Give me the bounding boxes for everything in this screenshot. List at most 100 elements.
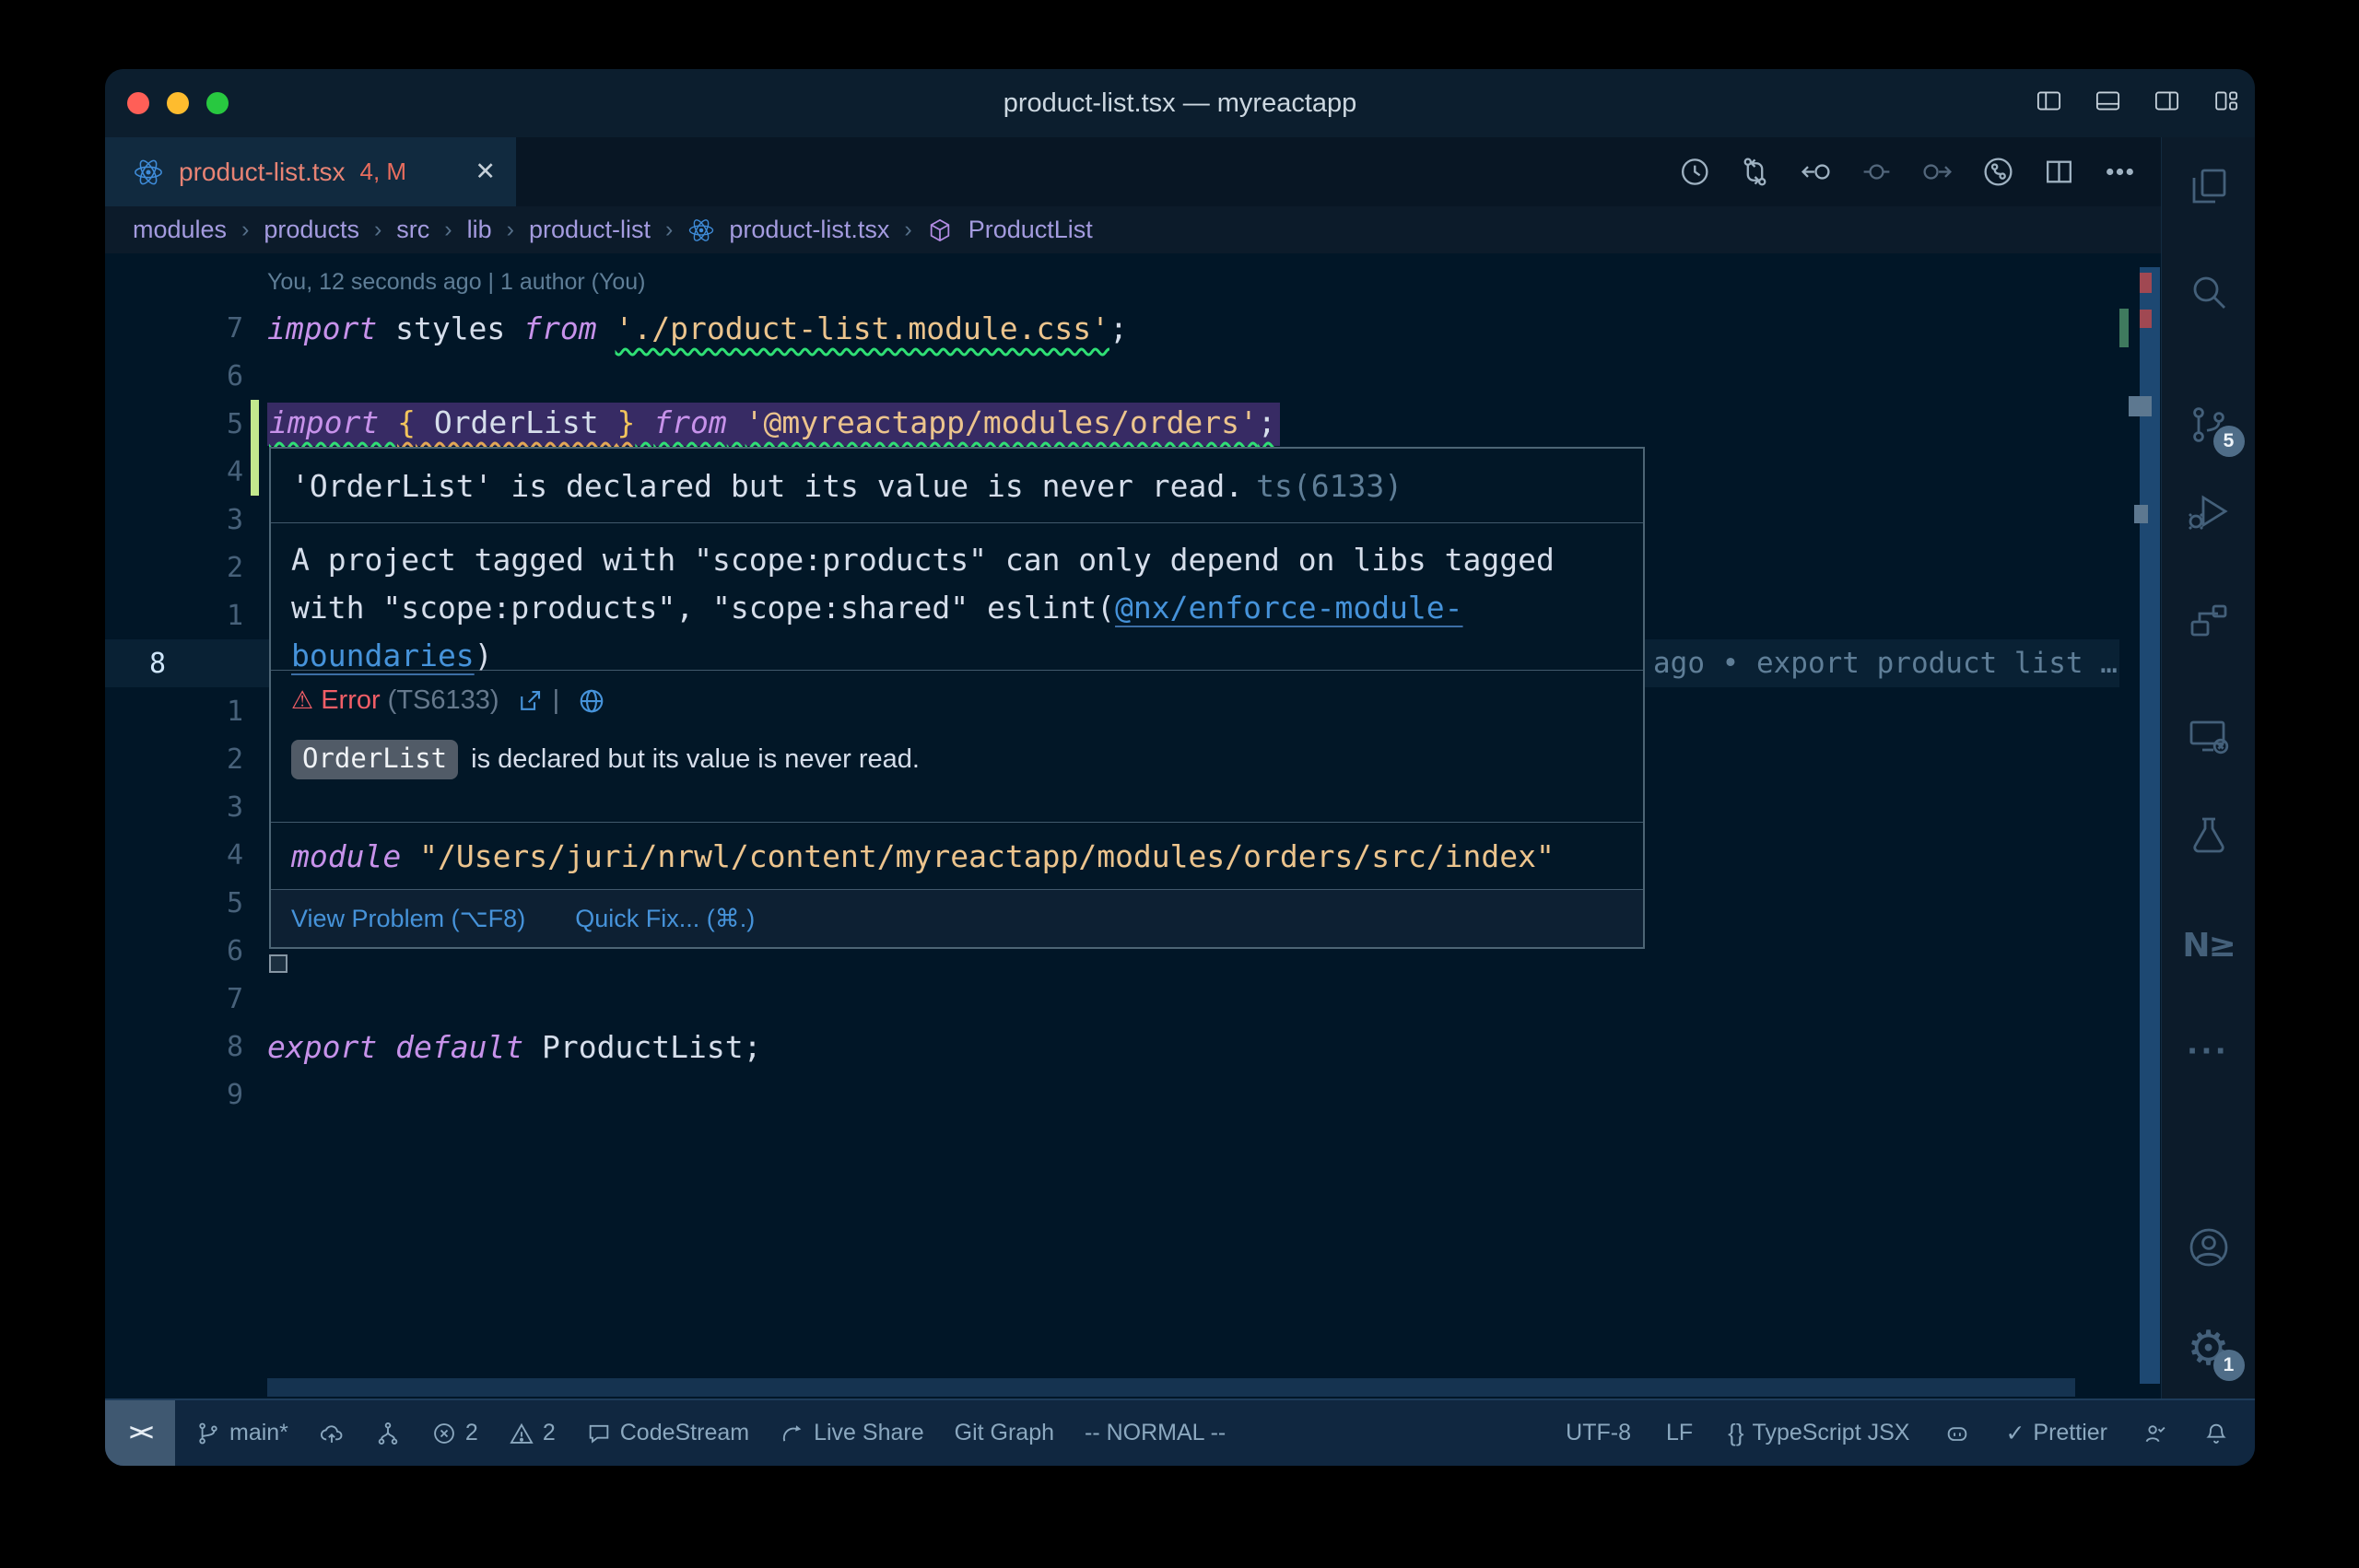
breadcrumb-item-file[interactable]: product-list.tsx <box>729 216 889 244</box>
problems-errors-item[interactable]: 2 <box>431 1420 478 1446</box>
debug-icon[interactable] <box>2180 483 2237 540</box>
more-actions-icon[interactable] <box>2103 155 2137 189</box>
project-graph-icon[interactable] <box>2180 592 2237 649</box>
copilot-icon[interactable] <box>1944 1421 1970 1446</box>
more-views-icon[interactable]: ··· <box>2180 1023 2237 1080</box>
line-number[interactable]: 5 <box>105 887 243 919</box>
toggle-panel-icon[interactable] <box>2094 87 2122 120</box>
line-number[interactable]: 6 <box>105 935 243 967</box>
git-version-icon[interactable] <box>1981 155 2015 189</box>
line-number[interactable]: 5 <box>105 408 243 440</box>
breadcrumb-separator: › <box>443 216 452 243</box>
chip-message: is declared but its value is never read. <box>471 744 920 775</box>
customize-layout-icon[interactable] <box>2212 87 2240 120</box>
quick-fix-action[interactable]: Quick Fix... (⌘.) <box>575 905 755 933</box>
maximize-window-button[interactable] <box>206 92 229 114</box>
tab-product-list[interactable]: product-list.tsx 4, M ✕ <box>105 137 516 206</box>
hover-actions: View Problem (⌥F8) Quick Fix... (⌘.) <box>271 889 1643 947</box>
react-icon <box>687 216 715 244</box>
compare-changes-icon[interactable] <box>1738 155 1772 189</box>
blame-annotation[interactable]: You, 12 seconds ago | 1 author (You) <box>105 253 2119 304</box>
eol-item[interactable]: LF <box>1666 1420 1693 1446</box>
vertical-scrollbar[interactable] <box>2140 267 2160 1384</box>
code-line[interactable]: 5import { OrderList } from '@myreactapp/… <box>105 400 2119 448</box>
toggle-primary-sidebar-icon[interactable] <box>2035 87 2063 120</box>
line-number[interactable]: 3 <box>105 504 243 536</box>
line-number[interactable]: 8 <box>105 1031 243 1063</box>
editor-actions <box>1677 137 2137 206</box>
remote-explorer-icon[interactable] <box>2180 708 2237 765</box>
account-icon[interactable] <box>2180 1219 2237 1276</box>
feedback-person-icon[interactable] <box>2142 1421 2168 1446</box>
view-problem-action[interactable]: View Problem (⌥F8) <box>291 905 525 933</box>
split-editor-icon[interactable] <box>2042 155 2076 189</box>
symbol-chip: OrderList <box>291 740 458 779</box>
line-number[interactable]: 3 <box>105 791 243 824</box>
change-marker-icon[interactable] <box>1860 155 1894 189</box>
breadcrumb-item-src[interactable]: src <box>396 216 429 244</box>
git-graph-item[interactable]: Git Graph <box>955 1420 1054 1446</box>
horizontal-scrollbar[interactable] <box>267 1378 2075 1397</box>
close-window-button[interactable] <box>127 92 149 114</box>
close-tab-icon[interactable]: ✕ <box>475 158 496 186</box>
notifications-bell-icon[interactable] <box>2203 1421 2229 1446</box>
breadcrumb-separator: › <box>903 216 912 243</box>
breadcrumb: modules › products › src › lib › product… <box>105 206 2161 253</box>
problems-warnings-item[interactable]: 2 <box>509 1420 556 1446</box>
code-line[interactable]: 6 <box>105 352 2119 400</box>
publish-cloud-icon[interactable] <box>319 1421 345 1446</box>
git-graph-status-icon[interactable] <box>375 1421 401 1446</box>
nx-console-icon[interactable]: N≥ <box>2180 917 2237 974</box>
line-number[interactable]: 9 <box>105 1079 243 1111</box>
codestream-item[interactable]: CodeStream <box>586 1420 749 1446</box>
breadcrumb-item-product-list[interactable]: product-list <box>529 216 651 244</box>
open-external-icon[interactable] <box>516 687 544 715</box>
globe-icon[interactable] <box>578 687 605 715</box>
code-line[interactable]: 7 <box>105 975 2119 1023</box>
live-share-item[interactable]: Live Share <box>780 1420 924 1446</box>
line-number[interactable]: 7 <box>105 312 243 345</box>
ts-error-code: ts(6133) <box>1256 468 1402 504</box>
code-line[interactable]: 7import styles from './product-list.modu… <box>105 304 2119 352</box>
line-number[interactable]: 8 <box>105 648 243 680</box>
search-icon[interactable] <box>2180 263 2237 321</box>
language-mode-item[interactable]: {} TypeScript JSX <box>1728 1419 1909 1447</box>
next-change-icon[interactable] <box>1920 155 1954 189</box>
breadcrumb-separator: › <box>373 216 382 243</box>
settings-badge: 1 <box>2213 1350 2245 1381</box>
react-icon <box>133 157 164 188</box>
breadcrumb-item-products[interactable]: products <box>264 216 359 244</box>
timeline-history-icon[interactable] <box>1677 155 1711 189</box>
line-number[interactable]: 2 <box>105 552 243 584</box>
title-bar: product-list.tsx — myreactapp <box>105 69 2255 137</box>
encoding-item[interactable]: UTF-8 <box>1566 1420 1631 1446</box>
breadcrumb-item-modules[interactable]: modules <box>133 216 227 244</box>
breadcrumb-item-lib[interactable]: lib <box>467 216 492 244</box>
breadcrumb-separator: › <box>241 216 250 243</box>
line-number[interactable]: 2 <box>105 743 243 776</box>
cursor-mark <box>2134 505 2148 523</box>
separator: | <box>553 685 560 716</box>
minimize-window-button[interactable] <box>167 92 189 114</box>
test-beaker-icon[interactable] <box>2180 807 2237 864</box>
code-line[interactable]: 8export default ProductList; <box>105 1023 2119 1071</box>
vim-mode-item[interactable]: -- NORMAL -- <box>1085 1420 1226 1446</box>
previous-change-icon[interactable] <box>1799 155 1833 189</box>
line-number[interactable]: 4 <box>105 839 243 872</box>
git-branch-item[interactable]: main* <box>195 1420 288 1446</box>
line-number[interactable]: 6 <box>105 360 243 392</box>
breadcrumb-item-symbol[interactable]: ProductList <box>968 216 1093 244</box>
source-control-icon[interactable]: 5 <box>2180 396 2237 453</box>
line-number[interactable]: 1 <box>105 600 243 632</box>
line-number[interactable]: 4 <box>105 456 243 488</box>
toggle-secondary-sidebar-icon[interactable] <box>2153 87 2181 120</box>
remote-indicator[interactable]: >< <box>105 1400 175 1466</box>
module-keyword: module <box>291 838 401 874</box>
code-line[interactable]: 9 <box>105 1071 2119 1118</box>
line-number[interactable]: 1 <box>105 696 243 728</box>
settings-gear-icon[interactable]: ⚙ 1 <box>2180 1320 2237 1377</box>
explorer-copy-icon[interactable] <box>2180 158 2237 215</box>
line-number[interactable]: 7 <box>105 983 243 1015</box>
tooltip-resize-grip[interactable] <box>269 954 288 973</box>
prettier-item[interactable]: ✓ Prettier <box>2005 1420 2107 1447</box>
